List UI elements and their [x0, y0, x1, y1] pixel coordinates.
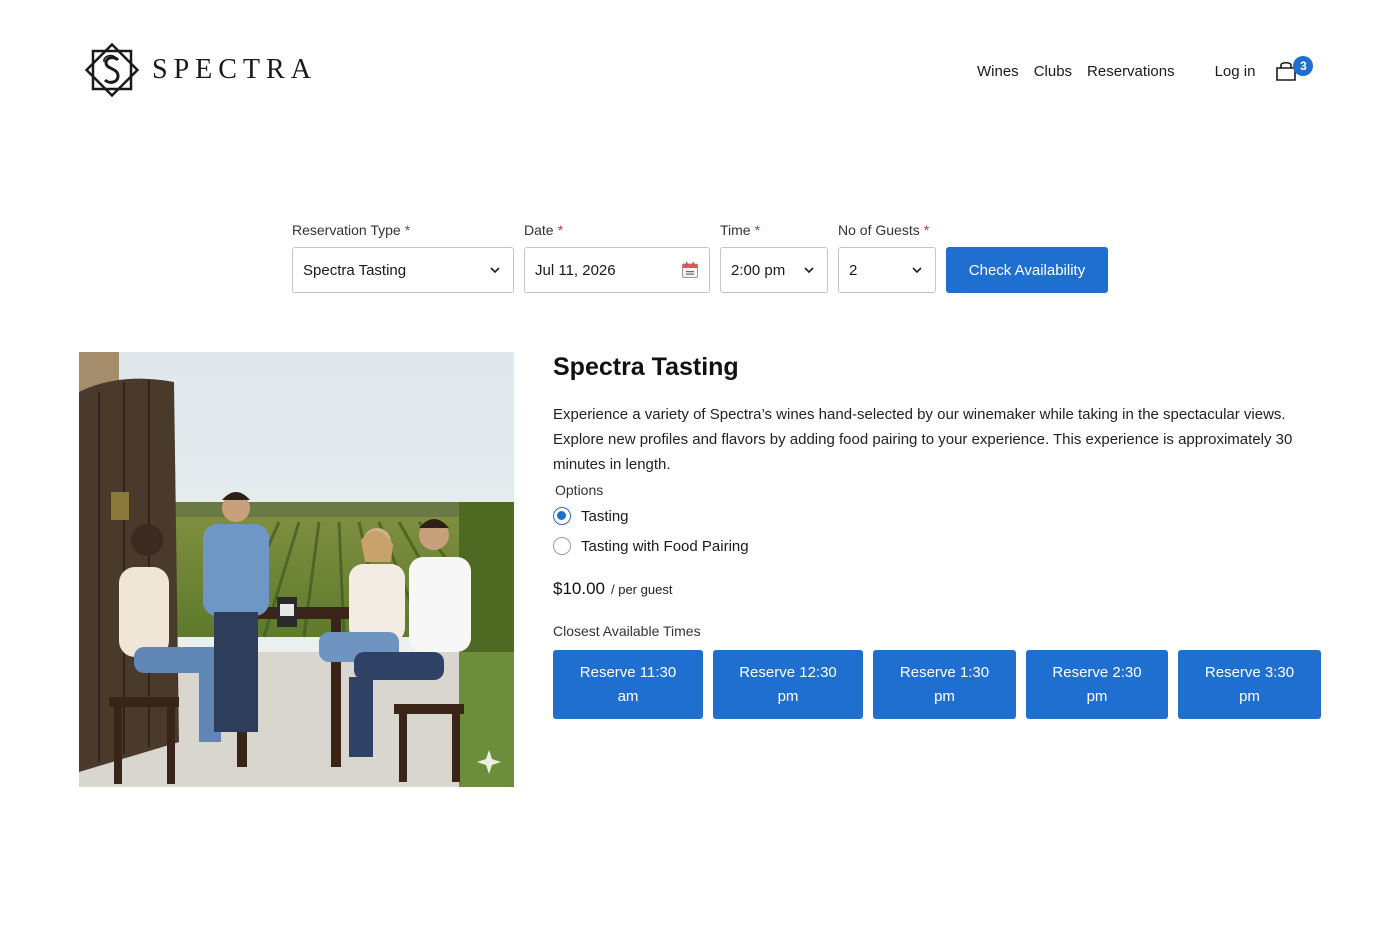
required-mark: *	[557, 222, 564, 238]
cart-button[interactable]: 3	[1275, 56, 1314, 84]
calendar-icon[interactable]	[681, 261, 699, 279]
check-availability-button[interactable]: Check Availability	[946, 247, 1108, 293]
time-slot-line2: pm	[1239, 687, 1260, 705]
nav-reservations-link[interactable]: Reservations	[1087, 63, 1175, 80]
time-slot-line2: pm	[777, 687, 799, 705]
option-food-pairing-label: Tasting with Food Pairing	[581, 537, 749, 555]
reserve-1230-button[interactable]: Reserve 12:30 pm	[713, 650, 863, 719]
date-label: Date *	[524, 222, 710, 238]
guests-value: 2	[849, 261, 858, 279]
login-link[interactable]: Log in	[1215, 63, 1256, 80]
time-slot-line1: Reserve 12:30	[739, 663, 837, 681]
cart-count-badge: 3	[1293, 56, 1314, 76]
experience-photo	[79, 352, 514, 787]
chevron-down-icon	[804, 267, 814, 274]
date-label-text: Date	[524, 222, 554, 238]
time-field: Time * 2:00 pm	[720, 222, 828, 293]
time-slot-line2: pm	[1086, 687, 1108, 705]
date-input[interactable]: Jul 11, 2026	[524, 247, 710, 293]
time-slot-line1: Reserve 2:30	[1052, 663, 1142, 681]
option-tasting[interactable]: Tasting	[553, 501, 1323, 531]
reserve-230-button[interactable]: Reserve 2:30 pm	[1026, 650, 1168, 719]
site-header: SPECTRA Wines Clubs Reservations Log in …	[0, 0, 1400, 140]
option-tasting-food-pairing[interactable]: Tasting with Food Pairing	[553, 531, 1323, 561]
date-field: Date * Jul 11, 2026	[524, 222, 710, 293]
vineyard-tasting-illustration	[79, 352, 514, 787]
required-mark: *	[404, 222, 411, 238]
required-mark: *	[923, 222, 930, 238]
time-slot-line1: Reserve 1:30	[899, 663, 990, 681]
chevron-down-icon	[912, 267, 922, 274]
reservation-type-value: Spectra Tasting	[303, 261, 407, 279]
time-value: 2:00 pm	[731, 261, 786, 279]
price-value: $10.00	[553, 579, 605, 598]
reservation-type-label: Reservation Type *	[292, 222, 514, 238]
reserve-330-button[interactable]: Reserve 3:30 pm	[1178, 650, 1321, 719]
reserve-1130-button[interactable]: Reserve 11:30 am	[553, 650, 703, 719]
radio-unselected-icon[interactable]	[553, 537, 571, 555]
reserve-130-button[interactable]: Reserve 1:30 pm	[873, 650, 1016, 719]
required-mark: *	[754, 222, 761, 238]
spectra-logo-icon	[84, 42, 140, 98]
time-slot-list: Reserve 11:30 am Reserve 12:30 pm Reserve …	[553, 650, 1323, 719]
nav-wines-link[interactable]: Wines	[977, 63, 1019, 80]
guests-label: No of Guests *	[838, 222, 936, 238]
brand-logo[interactable]: SPECTRA	[80, 38, 317, 102]
main-nav: Wines Clubs Reservations Log in 3	[977, 56, 1314, 84]
reservation-type-select[interactable]: Spectra Tasting	[292, 247, 514, 293]
reservation-type-label-text: Reservation Type	[292, 222, 401, 238]
time-slot-line2: am	[617, 687, 639, 705]
time-slot-line1: Reserve 11:30	[579, 663, 677, 681]
time-slot-line1: Reserve 3:30	[1204, 663, 1295, 681]
chevron-down-icon	[490, 267, 500, 274]
price: $10.00 / per guest	[553, 579, 1323, 609]
time-label: Time *	[720, 222, 828, 238]
experience-details: Spectra Tasting Experience a variety of …	[553, 352, 1323, 719]
options-label: Options	[555, 482, 604, 498]
nav-clubs-link[interactable]: Clubs	[1034, 63, 1072, 80]
time-select[interactable]: 2:00 pm	[720, 247, 828, 293]
time-label-text: Time	[720, 222, 751, 238]
guests-label-text: No of Guests	[838, 222, 920, 238]
reservation-type-field: Reservation Type * Spectra Tasting	[292, 222, 514, 293]
date-value: Jul 11, 2026	[535, 261, 616, 279]
time-slot-line2: pm	[934, 687, 955, 705]
experience-description: Experience a variety of Spectra’s wines …	[553, 406, 1293, 473]
price-unit: / per guest	[611, 582, 673, 597]
radio-selected-icon[interactable]	[553, 507, 571, 525]
brand-name: SPECTRA	[152, 54, 317, 85]
closest-times-label: Closest Available Times	[553, 623, 701, 639]
experience-title: Spectra Tasting	[553, 353, 739, 381]
guests-select[interactable]: 2	[838, 247, 936, 293]
reservation-form: Reservation Type * Spectra Tasting Date * …	[292, 222, 1108, 293]
option-tasting-label: Tasting	[581, 507, 629, 525]
guests-field: No of Guests * 2	[838, 222, 936, 293]
